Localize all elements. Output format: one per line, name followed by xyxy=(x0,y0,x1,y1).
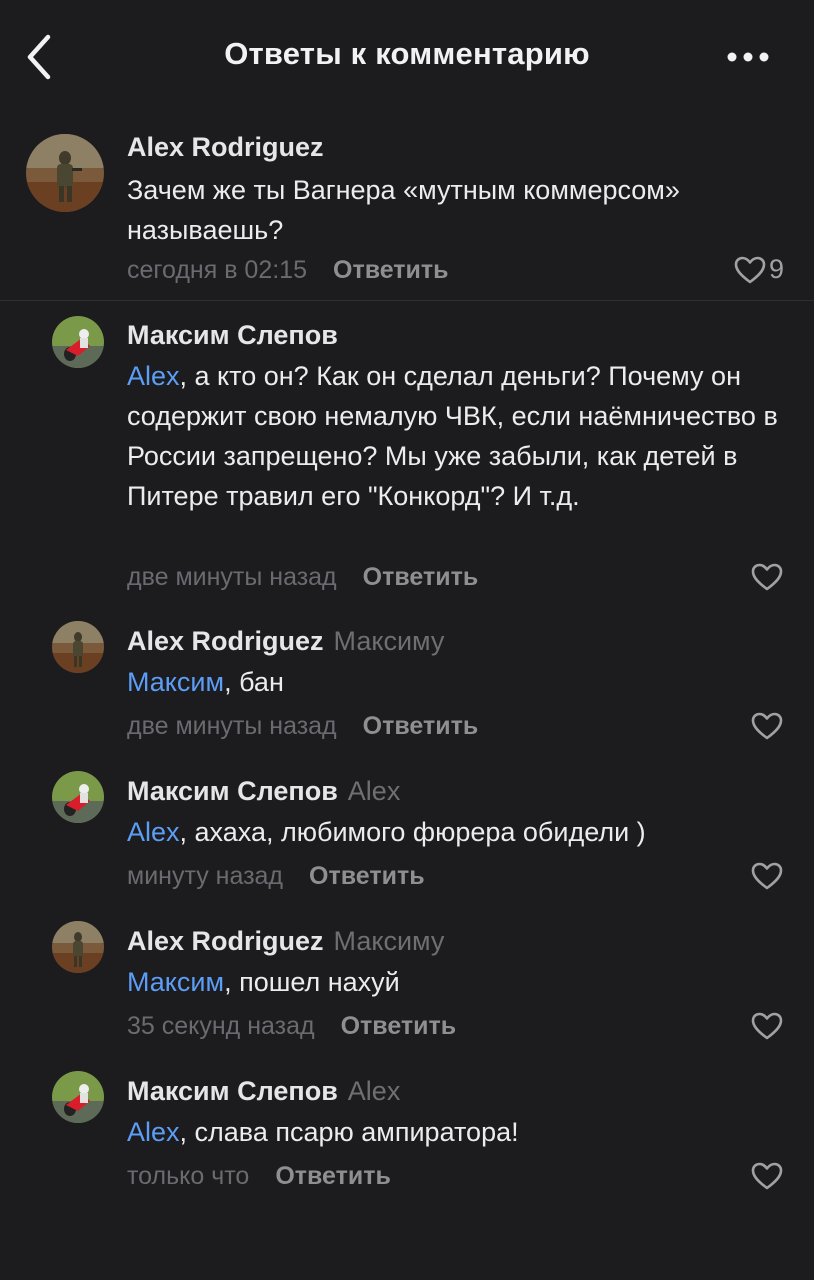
timestamp: 35 секунд назад xyxy=(127,1012,315,1040)
motorcycle-avatar-image xyxy=(52,771,104,823)
author-name[interactable]: Alex Rodriguez xyxy=(127,926,324,956)
avatar[interactable] xyxy=(52,921,104,973)
reply-button[interactable]: Ответить xyxy=(275,1162,391,1190)
heart-icon xyxy=(751,1012,783,1040)
comment-body: , пошел нахуй xyxy=(224,967,400,997)
parent-comment: Alex Rodriguez Зачем же ты Вагнера «мутн… xyxy=(0,0,814,300)
heart-icon xyxy=(751,1162,783,1190)
soldier-avatar-image xyxy=(52,621,104,673)
divider xyxy=(0,300,814,301)
author-name[interactable]: Максим Слепов xyxy=(127,320,338,350)
comment-header: Alex Rodriguez Максиму xyxy=(127,624,444,658)
comment-meta: две минуты назад Ответить xyxy=(127,710,478,742)
comment-header: Максим Слепов Alex xyxy=(127,774,400,808)
motorcycle-avatar-image xyxy=(52,1071,104,1123)
comment-body: , а кто он? Как он сделал деньги? Почему… xyxy=(127,361,778,511)
like-button[interactable]: 9 xyxy=(733,254,784,285)
timestamp: минуту назад xyxy=(127,862,284,890)
avatar[interactable] xyxy=(52,621,104,673)
timestamp: две минуты назад xyxy=(127,563,337,591)
reply-button[interactable]: Ответить xyxy=(341,1012,457,1040)
like-count: 9 xyxy=(768,254,784,284)
timestamp: сегодня в 02:15 xyxy=(127,256,307,284)
reply-to-label: Максиму xyxy=(333,626,445,656)
avatar[interactable] xyxy=(52,316,104,368)
comment-meta: две минуты назад Ответить xyxy=(127,561,478,593)
timestamp: две минуты назад xyxy=(127,712,337,740)
comment-body: , ахаха, любимого фюрера обидели ) xyxy=(179,817,646,847)
author-name[interactable]: Максим Слепов xyxy=(127,776,338,806)
author-name[interactable]: Alex Rodriguez xyxy=(127,132,324,162)
reply-button[interactable]: Ответить xyxy=(363,563,479,591)
comment-header: Alex Rodriguez xyxy=(127,130,324,164)
avatar[interactable] xyxy=(26,134,104,212)
heart-icon xyxy=(751,862,783,890)
comment-header: Максим Слепов Alex xyxy=(127,1074,400,1108)
heart-icon xyxy=(751,563,783,591)
heart-icon xyxy=(734,256,766,283)
comment-text: Alex, ахаха, любимого фюрера обидели ) xyxy=(127,812,787,852)
reply-to-label: Alex xyxy=(347,776,401,806)
author-name[interactable]: Alex Rodriguez xyxy=(127,626,324,656)
mention-link[interactable]: Максим xyxy=(127,667,224,697)
reply-button[interactable]: Ответить xyxy=(309,862,425,890)
like-button[interactable] xyxy=(750,1011,784,1041)
avatar[interactable] xyxy=(52,1071,104,1123)
reply-button[interactable]: Ответить xyxy=(363,712,479,740)
mention-link[interactable]: Alex xyxy=(127,361,180,391)
reply-to-label: Максиму xyxy=(333,926,445,956)
mention-link[interactable]: Alex xyxy=(127,817,180,847)
comment-meta: 35 секунд назад Ответить xyxy=(127,1010,456,1042)
comment-text: Alex, а кто он? Как он сделал деньги? По… xyxy=(127,356,787,516)
heart-icon xyxy=(751,712,783,740)
comment-body: , слава псарю ампиратора! xyxy=(179,1117,519,1147)
author-name[interactable]: Максим Слепов xyxy=(127,1076,338,1106)
reply-button[interactable]: Ответить xyxy=(333,256,449,284)
like-button[interactable] xyxy=(750,711,784,741)
comment-text: Максим, бан xyxy=(127,662,787,702)
comment-meta: сегодня в 02:15 Ответить xyxy=(127,254,449,286)
mention-link[interactable]: Alex xyxy=(127,1117,180,1147)
soldier-avatar-image xyxy=(52,921,104,973)
mention-link[interactable]: Максим xyxy=(127,967,224,997)
comment-meta: только что Ответить xyxy=(127,1160,391,1192)
reply-to-label: Alex xyxy=(347,1076,401,1106)
motorcycle-avatar-image xyxy=(52,316,104,368)
comment-text: Alex, слава псарю ампиратора! xyxy=(127,1112,787,1152)
comment-text: Максим, пошел нахуй xyxy=(127,962,787,1002)
like-button[interactable] xyxy=(750,861,784,891)
comment-body: , бан xyxy=(224,667,284,697)
like-button[interactable] xyxy=(750,562,784,592)
comment-header: Максим Слепов xyxy=(127,318,338,352)
like-button[interactable] xyxy=(750,1161,784,1191)
soldier-avatar-image xyxy=(26,134,104,212)
comment-text: Зачем же ты Вагнера «мутным коммерсом» н… xyxy=(127,175,680,245)
comment-meta: минуту назад Ответить xyxy=(127,860,425,892)
comment-header: Alex Rodriguez Максиму xyxy=(127,924,444,958)
timestamp: только что xyxy=(127,1162,250,1190)
avatar[interactable] xyxy=(52,771,104,823)
